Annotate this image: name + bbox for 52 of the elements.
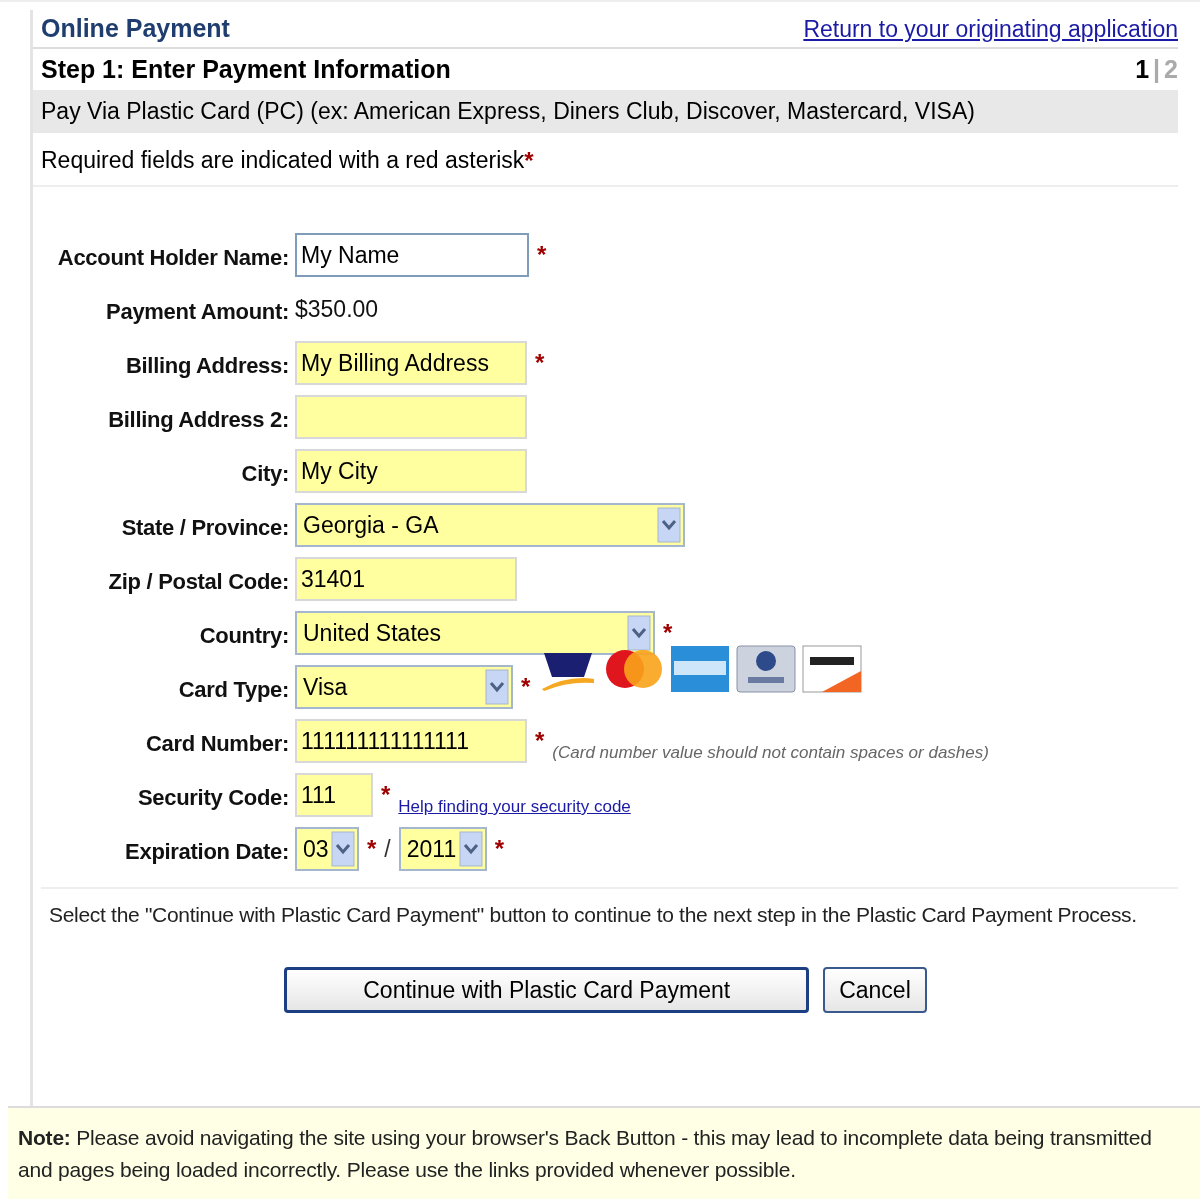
dropdown[interactable]: 2011 (398, 827, 487, 871)
required-asterisk: * (494, 835, 505, 863)
required-asterisk: * (521, 673, 531, 701)
required-asterisk: * (537, 241, 547, 269)
required-asterisk: * (367, 835, 377, 863)
required-asterisk: * (663, 619, 673, 647)
required-asterisk: * (381, 781, 391, 809)
instruction-text: Select the "Continue with Plastic Card Payment" button to continue to the next step in the Plastic Card Payment Process. (49, 903, 1138, 927)
dropdown[interactable]: Visa (295, 665, 513, 709)
continue-button[interactable]: Continue with Plastic Card Payment (284, 967, 810, 1013)
text-field[interactable]: 31401 (295, 557, 517, 601)
field-label: Billing Address 2: (107, 407, 289, 434)
text-field[interactable]: 111111111111111 (295, 719, 527, 763)
field-label: Card Type: (177, 677, 289, 704)
card-logo-icon (736, 645, 797, 693)
text-field[interactable]: My City (295, 449, 527, 493)
text-field[interactable]: 111 (295, 773, 373, 817)
text-field[interactable]: My Name (295, 233, 529, 277)
hint-text: (Card number value should not contain spaces or dashes) (552, 743, 989, 763)
field-label: City: (240, 461, 289, 488)
field-label: Expiration Date: (124, 839, 289, 866)
step-number: 2 (1164, 55, 1178, 84)
field-label: Card Number: (144, 731, 289, 758)
text-field[interactable]: My Billing Address (295, 341, 527, 385)
dropdown[interactable]: Georgia - GA (295, 503, 685, 547)
return-link[interactable]: Return to your originating application (803, 16, 1178, 43)
card-logo-icon (802, 645, 863, 693)
step-title: Step 1: Enter Payment Information (41, 55, 451, 84)
payment-amount: $350.00 (295, 295, 379, 323)
card-logo-icon (670, 645, 731, 693)
required-asterisk: * (535, 727, 545, 755)
cancel-button[interactable]: Cancel (823, 967, 927, 1013)
field-label: Country: (198, 623, 289, 650)
field-label: Billing Address: (124, 353, 289, 380)
required-asterisk: * (535, 349, 545, 377)
required-asterisk: * (524, 147, 534, 175)
field-label: Account Holder Name: (56, 245, 289, 272)
field-label: Security Code: (136, 785, 289, 812)
field-label: Payment Amount: (105, 299, 289, 326)
help-link[interactable]: Help finding your security code (398, 797, 631, 817)
step-number: 1 (1135, 55, 1150, 84)
field-label: Zip / Postal Code: (107, 569, 289, 596)
required-note: Required fields are indicated with a red asterisk (41, 147, 525, 174)
text-field[interactable] (295, 395, 527, 439)
page-title: Online Payment (41, 14, 230, 43)
payment-method-banner: Pay Via Plastic Card (PC) (ex: American Express, Diners Club, Discover, Mastercard, VISA) (33, 90, 1178, 133)
field-label: State / Province: (120, 515, 289, 542)
step-separator: | (1153, 55, 1161, 84)
dropdown[interactable]: 03 (295, 827, 359, 871)
date-separator: / (384, 835, 391, 863)
dropdown[interactable]: United States (295, 611, 655, 655)
note-text: Note: Please avoid navigating the site using your browser's Back Button - this may lead to incomplete data being transmitted and pages being loaded incorrectly. Please use the links provided whenever possible. (18, 1124, 1153, 1184)
